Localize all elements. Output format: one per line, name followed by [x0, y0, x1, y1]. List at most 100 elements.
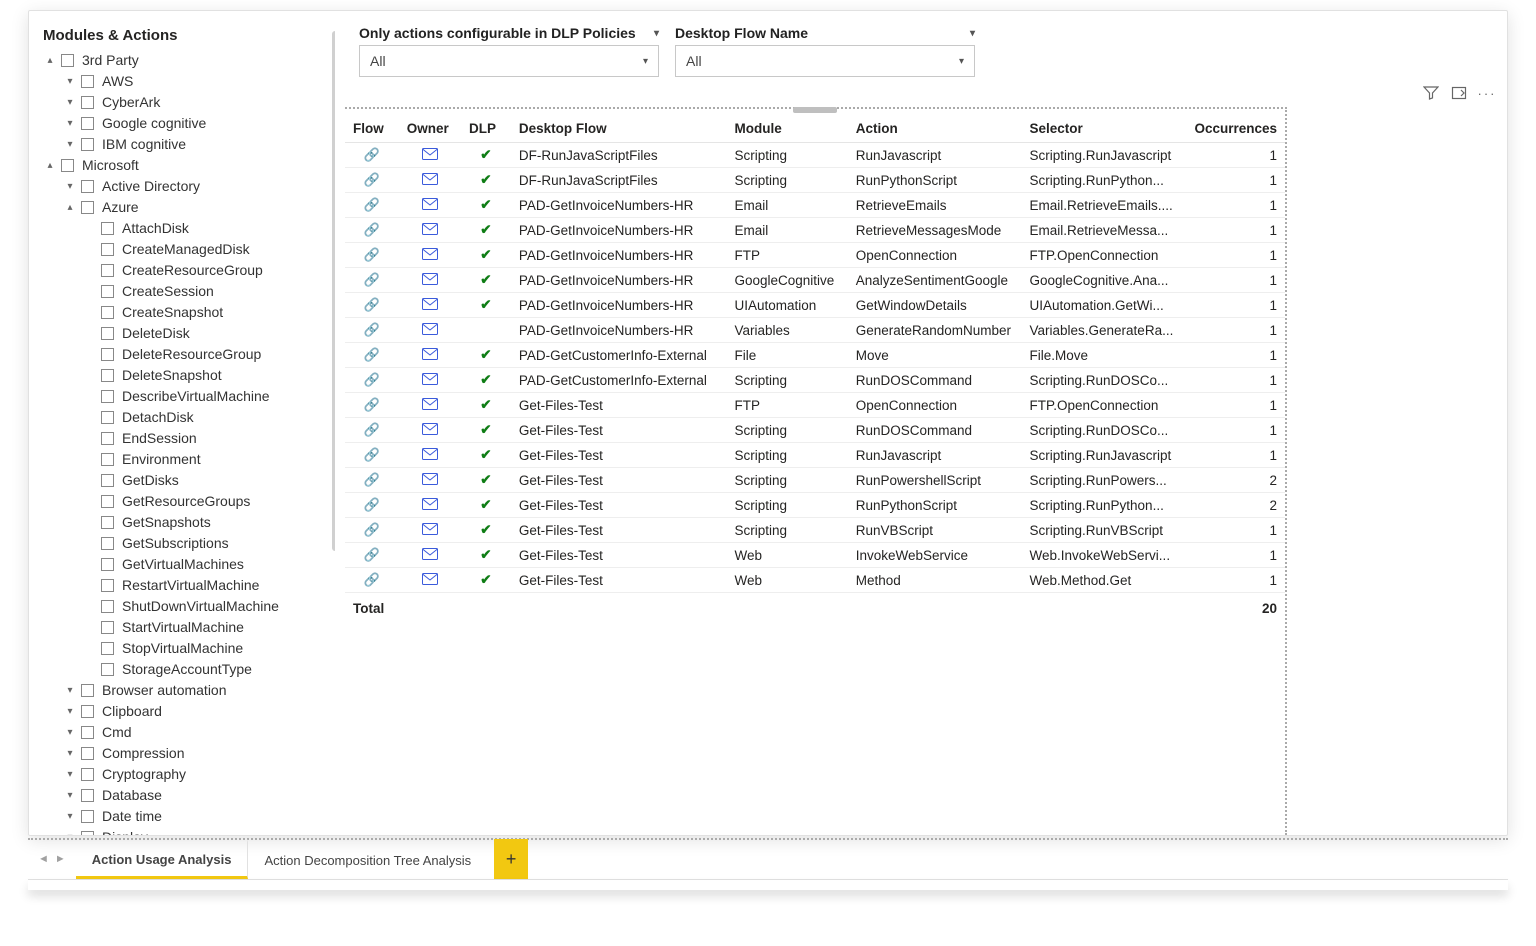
- col-occurrences[interactable]: Occurrences: [1185, 115, 1285, 143]
- tree-node[interactable]: ▾DeleteSnapshot: [43, 365, 329, 386]
- tree-node[interactable]: ▾CreateSession: [43, 281, 329, 302]
- chevron-down-icon[interactable]: ▾: [63, 176, 77, 197]
- sidebar-scrollbar[interactable]: [332, 31, 335, 551]
- chevron-down-icon[interactable]: ▾: [63, 806, 77, 827]
- tree-node[interactable]: ▾Compression: [43, 743, 329, 764]
- tree-node[interactable]: ▾GetResourceGroups: [43, 491, 329, 512]
- focus-mode-icon[interactable]: [1451, 85, 1467, 101]
- table-row[interactable]: 🔗✔PAD-GetInvoiceNumbers-HREmailRetrieveM…: [345, 218, 1285, 243]
- checkbox[interactable]: [81, 75, 94, 88]
- flow-link-icon[interactable]: 🔗: [364, 422, 380, 437]
- tree-node[interactable]: ▾CyberArk: [43, 92, 329, 113]
- page-tab[interactable]: Action Usage Analysis: [76, 839, 249, 879]
- tree-node[interactable]: ▾GetSnapshots: [43, 512, 329, 533]
- checkbox[interactable]: [101, 348, 114, 361]
- tree-node[interactable]: ▾RestartVirtualMachine: [43, 575, 329, 596]
- tree-node[interactable]: ▾Cryptography: [43, 764, 329, 785]
- checkbox[interactable]: [101, 369, 114, 382]
- owner-mail-icon[interactable]: [422, 423, 438, 438]
- checkbox[interactable]: [61, 54, 74, 67]
- tree-node[interactable]: ▾Google cognitive: [43, 113, 329, 134]
- chevron-down-icon[interactable]: ▾: [63, 92, 77, 113]
- flow-link-icon[interactable]: 🔗: [364, 522, 380, 537]
- tree-node[interactable]: ▾CreateResourceGroup: [43, 260, 329, 281]
- table-row[interactable]: 🔗PAD-GetInvoiceNumbers-HRVariablesGenera…: [345, 318, 1285, 343]
- checkbox[interactable]: [101, 495, 114, 508]
- owner-mail-icon[interactable]: [422, 148, 438, 163]
- flow-link-icon[interactable]: 🔗: [364, 222, 380, 237]
- owner-mail-icon[interactable]: [422, 198, 438, 213]
- chevron-down-icon[interactable]: ▾: [63, 743, 77, 764]
- checkbox[interactable]: [101, 663, 114, 676]
- chevron-down-icon[interactable]: ▾: [63, 722, 77, 743]
- chevron-down-icon[interactable]: ▾: [63, 764, 77, 785]
- tree-node[interactable]: ▾Clipboard: [43, 701, 329, 722]
- tree-node[interactable]: ▾Environment: [43, 449, 329, 470]
- resize-handle[interactable]: [793, 107, 837, 113]
- filter-flow-select[interactable]: All ▾: [675, 45, 975, 77]
- table-row[interactable]: 🔗✔PAD-GetCustomerInfo-ExternalScriptingR…: [345, 368, 1285, 393]
- flow-link-icon[interactable]: 🔗: [364, 397, 380, 412]
- tree-node[interactable]: ▾StorageAccountType: [43, 659, 329, 680]
- tree-node[interactable]: ▾AWS: [43, 71, 329, 92]
- checkbox[interactable]: [101, 537, 114, 550]
- tree-node[interactable]: ▾Date time: [43, 806, 329, 827]
- checkbox[interactable]: [81, 138, 94, 151]
- flow-link-icon[interactable]: 🔗: [364, 272, 380, 287]
- chevron-down-icon[interactable]: ▾: [63, 134, 77, 155]
- owner-mail-icon[interactable]: [422, 448, 438, 463]
- tree-node[interactable]: ▾GetSubscriptions: [43, 533, 329, 554]
- chevron-down-icon[interactable]: ▾: [63, 785, 77, 806]
- checkbox[interactable]: [61, 159, 74, 172]
- tab-nav-arrows[interactable]: ◄►: [28, 839, 76, 879]
- checkbox[interactable]: [81, 705, 94, 718]
- filter-dlp-select[interactable]: All ▾: [359, 45, 659, 77]
- checkbox[interactable]: [101, 432, 114, 445]
- checkbox[interactable]: [101, 474, 114, 487]
- tree-node[interactable]: ▾IBM cognitive: [43, 134, 329, 155]
- chevron-down-icon[interactable]: ▾: [63, 680, 77, 701]
- checkbox[interactable]: [101, 558, 114, 571]
- tree-node[interactable]: ▾DeleteResourceGroup: [43, 344, 329, 365]
- tree-node[interactable]: ▾DetachDisk: [43, 407, 329, 428]
- checkbox[interactable]: [101, 285, 114, 298]
- checkbox[interactable]: [101, 222, 114, 235]
- flow-link-icon[interactable]: 🔗: [364, 347, 380, 362]
- filter-flow[interactable]: Desktop Flow Name ▾ All ▾: [675, 25, 975, 77]
- checkbox[interactable]: [101, 327, 114, 340]
- checkbox[interactable]: [101, 411, 114, 424]
- page-tab[interactable]: Action Decomposition Tree Analysis: [248, 839, 488, 879]
- checkbox[interactable]: [101, 600, 114, 613]
- checkbox[interactable]: [101, 579, 114, 592]
- flow-link-icon[interactable]: 🔗: [364, 572, 380, 587]
- flow-link-icon[interactable]: 🔗: [364, 197, 380, 212]
- checkbox[interactable]: [101, 243, 114, 256]
- col-selector[interactable]: Selector: [1022, 115, 1185, 143]
- checkbox[interactable]: [81, 117, 94, 130]
- table-row[interactable]: 🔗✔Get-Files-TestWebMethodWeb.Method.Get1: [345, 568, 1285, 593]
- owner-mail-icon[interactable]: [422, 348, 438, 363]
- table-row[interactable]: 🔗✔PAD-GetInvoiceNumbers-HRGoogleCognitiv…: [345, 268, 1285, 293]
- col-owner[interactable]: Owner: [399, 115, 461, 143]
- flow-link-icon[interactable]: 🔗: [364, 172, 380, 187]
- tree-node[interactable]: ▾Browser automation: [43, 680, 329, 701]
- checkbox[interactable]: [101, 621, 114, 634]
- chevron-down-icon[interactable]: ▾: [63, 71, 77, 92]
- owner-mail-icon[interactable]: [422, 523, 438, 538]
- owner-mail-icon[interactable]: [422, 473, 438, 488]
- tree-node[interactable]: ▾CreateSnapshot: [43, 302, 329, 323]
- checkbox[interactable]: [101, 453, 114, 466]
- tree-node[interactable]: ▾Display: [43, 827, 329, 835]
- checkbox[interactable]: [81, 831, 94, 835]
- tree-node[interactable]: ▾Cmd: [43, 722, 329, 743]
- table-row[interactable]: 🔗✔Get-Files-TestWebInvokeWebServiceWeb.I…: [345, 543, 1285, 568]
- flow-link-icon[interactable]: 🔗: [364, 247, 380, 262]
- checkbox[interactable]: [81, 789, 94, 802]
- checkbox[interactable]: [81, 768, 94, 781]
- owner-mail-icon[interactable]: [422, 373, 438, 388]
- filter-icon[interactable]: [1423, 85, 1439, 101]
- tree-node[interactable]: ▾GetVirtualMachines: [43, 554, 329, 575]
- table-row[interactable]: 🔗✔Get-Files-TestFTPOpenConnectionFTP.Ope…: [345, 393, 1285, 418]
- chevron-up-icon[interactable]: ▴: [43, 50, 57, 71]
- checkbox[interactable]: [101, 264, 114, 277]
